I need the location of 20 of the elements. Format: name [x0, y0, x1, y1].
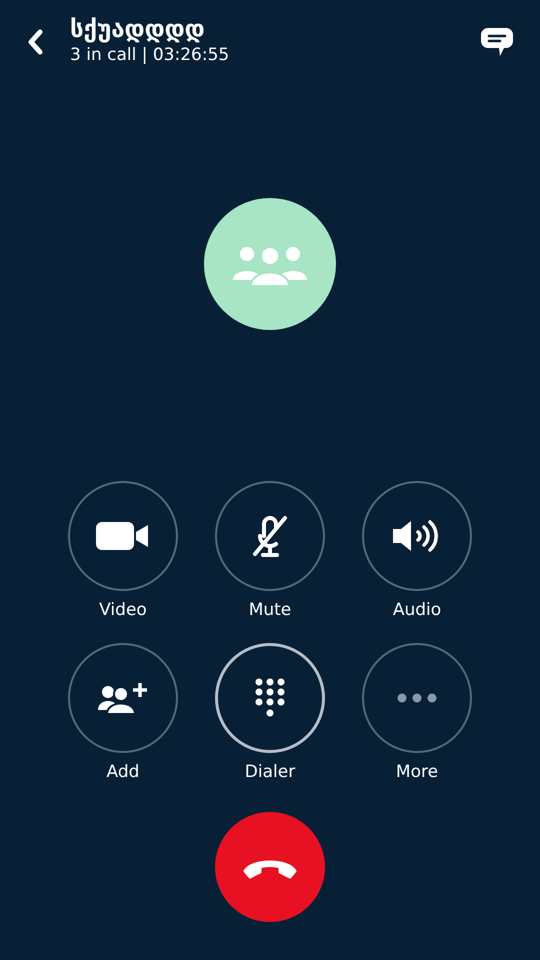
button-label: Mute — [248, 599, 292, 621]
dialpad-icon — [255, 678, 285, 718]
mute-button[interactable] — [215, 481, 325, 591]
call-title: სქუადდდდ — [70, 14, 206, 44]
button-label: Video — [99, 599, 147, 621]
button-label: Audio — [392, 599, 442, 621]
call-status: 3 in call | 03:26:55 — [70, 44, 230, 66]
chat-icon[interactable] — [480, 26, 514, 58]
button-label: More — [396, 761, 438, 783]
audio-button[interactable] — [362, 481, 472, 591]
add-people-icon — [98, 682, 148, 714]
button-label: Dialer — [244, 761, 296, 783]
mute-icon — [250, 514, 290, 558]
video-camera-icon — [96, 522, 150, 550]
add-button[interactable] — [68, 643, 178, 753]
button-label: Add — [106, 761, 140, 783]
dialer-button[interactable] — [215, 643, 325, 753]
speaker-icon — [393, 519, 441, 553]
more-icon — [397, 693, 437, 703]
video-button[interactable] — [68, 481, 178, 591]
